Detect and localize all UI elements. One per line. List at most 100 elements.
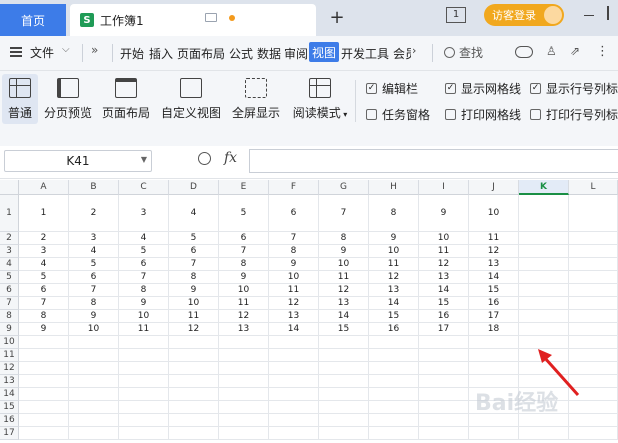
cell-j7[interactable]: 16 [469,297,519,310]
cell-i17[interactable] [419,427,469,440]
home-tab[interactable]: 首页 [0,4,66,36]
cell-a1[interactable]: 1 [19,195,69,232]
row-header-14[interactable]: 14 [0,388,19,401]
cell-h1[interactable]: 8 [369,195,419,232]
cell-b13[interactable] [69,375,119,388]
cell-c10[interactable] [119,336,169,349]
search-icon[interactable] [444,47,455,58]
cell-k4[interactable] [519,258,569,271]
cell-d2[interactable]: 5 [169,232,219,245]
cell-l3[interactable] [569,245,618,258]
new-tab-button[interactable]: + [327,8,347,28]
cell-j9[interactable]: 18 [469,323,519,336]
normal-view-button[interactable]: 普通 [2,74,38,124]
cell-d1[interactable]: 4 [169,195,219,232]
row-header-6[interactable]: 6 [0,284,19,297]
menu-item-developer[interactable]: 开发工具 [341,45,389,62]
cell-f10[interactable] [269,336,319,349]
cell-c17[interactable] [119,427,169,440]
minimize-icon[interactable] [584,15,594,16]
row-header-7[interactable]: 7 [0,297,19,310]
cell-g10[interactable] [319,336,369,349]
cell-f11[interactable] [269,349,319,362]
cell-b16[interactable] [69,414,119,427]
row-header-8[interactable]: 8 [0,310,19,323]
cell-e15[interactable] [219,401,269,414]
cell-i5[interactable]: 13 [419,271,469,284]
cell-b1[interactable]: 2 [69,195,119,232]
cell-a6[interactable]: 6 [19,284,69,297]
custom-view-button[interactable]: 自定义视图 [160,74,222,124]
cell-d9[interactable]: 12 [169,323,219,336]
cell-a17[interactable] [19,427,69,440]
cell-a16[interactable] [19,414,69,427]
cell-d5[interactable]: 8 [169,271,219,284]
cell-c14[interactable] [119,388,169,401]
row-header-17[interactable]: 17 [0,427,19,440]
checkbox-task-pane[interactable]: 任务窗格 [366,106,430,123]
cell-e10[interactable] [219,336,269,349]
column-header-g[interactable]: G [319,180,369,195]
cell-b7[interactable]: 8 [69,297,119,310]
cell-g6[interactable]: 12 [319,284,369,297]
cell-h10[interactable] [369,336,419,349]
cell-c12[interactable] [119,362,169,375]
cell-j11[interactable] [469,349,519,362]
zoom-icon[interactable] [198,152,211,165]
cell-b15[interactable] [69,401,119,414]
cell-c13[interactable] [119,375,169,388]
cell-i6[interactable]: 14 [419,284,469,297]
menu-item-data[interactable]: 数据 [257,45,281,62]
cell-l6[interactable] [569,284,618,297]
cell-h12[interactable] [369,362,419,375]
checkbox-formula-bar[interactable]: ✓ 编辑栏 [366,80,418,97]
cell-b4[interactable]: 5 [69,258,119,271]
cell-j10[interactable] [469,336,519,349]
cell-b2[interactable]: 3 [69,232,119,245]
cell-a9[interactable]: 9 [19,323,69,336]
column-header-e[interactable]: E [219,180,269,195]
row-header-10[interactable]: 10 [0,336,19,349]
column-header-f[interactable]: F [269,180,319,195]
cell-d4[interactable]: 7 [169,258,219,271]
cell-d15[interactable] [169,401,219,414]
cell-a2[interactable]: 2 [19,232,69,245]
cell-h14[interactable] [369,388,419,401]
row-header-16[interactable]: 16 [0,414,19,427]
cell-i11[interactable] [419,349,469,362]
cell-g2[interactable]: 8 [319,232,369,245]
cell-e16[interactable] [219,414,269,427]
cell-g3[interactable]: 9 [319,245,369,258]
cell-h16[interactable] [369,414,419,427]
search-button[interactable]: 查找 [459,44,483,61]
cell-e5[interactable]: 9 [219,271,269,284]
row-header-13[interactable]: 13 [0,375,19,388]
cell-i7[interactable]: 15 [419,297,469,310]
row-header-2[interactable]: 2 [0,232,19,245]
cell-g9[interactable]: 15 [319,323,369,336]
cell-l4[interactable] [569,258,618,271]
page-indicator-icon[interactable]: 1 [446,7,466,23]
menu-item-view[interactable]: 视图 [309,42,339,62]
cell-a7[interactable]: 7 [19,297,69,310]
cell-h2[interactable]: 9 [369,232,419,245]
cell-c8[interactable]: 10 [119,310,169,323]
cell-f3[interactable]: 8 [269,245,319,258]
cell-l7[interactable] [569,297,618,310]
name-box[interactable]: K41 ▼ [4,150,152,172]
cell-d8[interactable]: 11 [169,310,219,323]
menu-item-member[interactable]: 会员 [393,45,411,62]
cell-b3[interactable]: 4 [69,245,119,258]
reading-mode-button[interactable]: 阅读模式 ▾ [290,74,350,124]
cell-g5[interactable]: 11 [319,271,369,284]
cell-c1[interactable]: 3 [119,195,169,232]
cell-j1[interactable]: 10 [469,195,519,232]
cell-c9[interactable]: 11 [119,323,169,336]
cell-j17[interactable] [469,427,519,440]
cell-g8[interactable]: 14 [319,310,369,323]
column-header-k[interactable]: K [519,180,569,195]
column-header-j[interactable]: J [469,180,519,195]
cell-f7[interactable]: 12 [269,297,319,310]
cell-b10[interactable] [69,336,119,349]
cell-d7[interactable]: 10 [169,297,219,310]
